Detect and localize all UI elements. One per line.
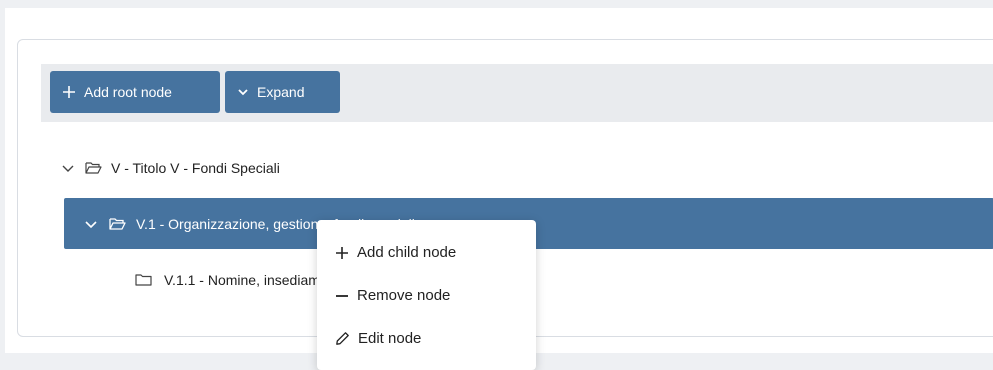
chevron-down-icon: [238, 89, 248, 96]
chevron-down-icon[interactable]: [61, 161, 75, 175]
remove-node-label: Remove node: [357, 287, 451, 304]
edit-node-label: Edit node: [358, 330, 422, 347]
folder-open-icon: [85, 162, 102, 174]
edit-node-menu-item[interactable]: Edit node: [335, 330, 421, 347]
expand-button[interactable]: Expand: [225, 71, 340, 113]
folder-icon: [135, 274, 152, 286]
add-child-node-label: Add child node: [357, 244, 457, 261]
folder-open-icon: [109, 217, 126, 230]
add-root-node-button[interactable]: Add root node: [50, 71, 220, 113]
minus-icon: [336, 294, 348, 297]
context-menu: Add child node Remove node Edit node: [317, 220, 536, 370]
pencil-icon: [336, 332, 349, 345]
tree-node-root[interactable]: V - Titolo V - Fondi Speciali: [61, 157, 280, 179]
expand-label: Expand: [257, 84, 305, 100]
add-child-node-menu-item[interactable]: Add child node: [335, 244, 456, 261]
remove-node-menu-item[interactable]: Remove node: [335, 287, 450, 304]
tree-node-root-label: V - Titolo V - Fondi Speciali: [111, 160, 280, 176]
plus-icon: [63, 86, 75, 98]
plus-icon: [336, 246, 348, 259]
chevron-down-icon[interactable]: [84, 217, 98, 231]
add-root-node-label: Add root node: [84, 84, 172, 100]
